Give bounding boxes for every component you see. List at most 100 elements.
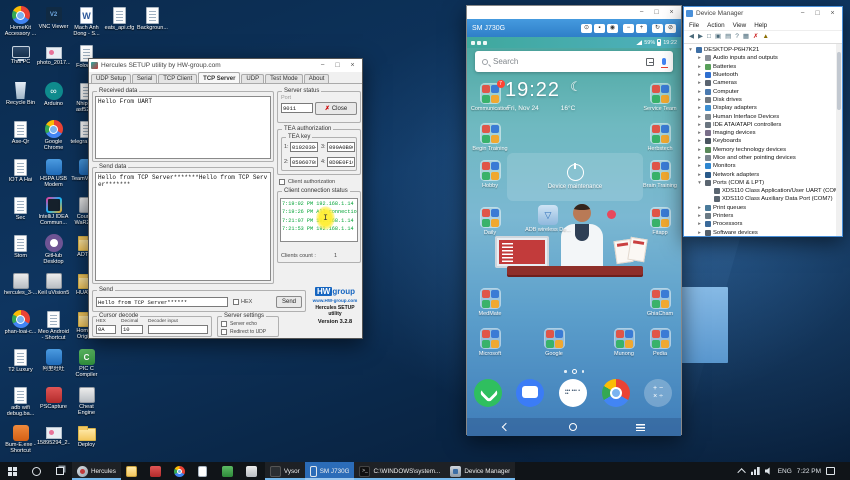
app-folder[interactable]: Begin Training (468, 123, 512, 152)
calculator-app-icon[interactable] (644, 379, 672, 407)
server-echo-checkbox[interactable] (221, 321, 227, 327)
app-folder[interactable]: 7 Communication (468, 83, 512, 112)
redirect-udp-checkbox[interactable] (221, 329, 227, 335)
decode-decimal-field[interactable] (121, 325, 143, 334)
hercules-tab[interactable]: Test Mode (265, 74, 303, 83)
microphone-icon[interactable] (662, 58, 666, 65)
taskbar-app-button[interactable]: SM J730G (305, 462, 355, 480)
expand-arrow-icon[interactable]: ▸ (696, 114, 703, 120)
back-icon[interactable]: ◀ (689, 34, 694, 41)
send-hex-checkbox[interactable] (233, 299, 239, 305)
expand-arrow-icon[interactable]: ▸ (696, 97, 703, 103)
device-tree-item[interactable]: ▸ Printers (684, 212, 842, 220)
device-tree-item[interactable]: ▸ Cameras (684, 79, 842, 87)
desktop-icon[interactable]: T2 Luxury (4, 346, 37, 384)
desktop-icon[interactable]: Google Chrome (37, 118, 70, 156)
device-tree-item[interactable]: XDS110 Class Application/User UART (COM6… (684, 187, 842, 195)
desktop-icon[interactable]: This PC (4, 42, 37, 80)
device-tree-item[interactable]: XDS110 Class Auxiliary Data Port (COM7) (684, 195, 842, 203)
device-tree-item[interactable]: ▾ DESKTOP-P6H7K21 (684, 46, 842, 54)
task-view-button[interactable] (48, 462, 72, 480)
desktop-icon[interactable]: Mach Anh Dong - S... (70, 4, 103, 42)
device-tree-item[interactable]: ▸ Memory technology devices (684, 146, 842, 154)
uninstall-icon[interactable]: ✗ (753, 34, 758, 41)
taskbar-app-button[interactable]: Vysor (265, 462, 305, 480)
device-tree-item[interactable]: ▸ IDE ATA/ATAPI controllers (684, 121, 842, 129)
app-folder[interactable]: Herbstech (638, 123, 681, 152)
rotate-icon[interactable]: ↻ (652, 24, 663, 33)
desktop-icon[interactable]: Bum-E.exe - Shortcut (4, 422, 37, 460)
client-authorization-checkbox[interactable] (279, 179, 285, 185)
close-server-button[interactable]: ✗ Close (315, 102, 357, 115)
close-icon[interactable]: × (345, 59, 360, 72)
decoder-input-field[interactable] (148, 325, 208, 334)
desktop-icon[interactable]: photo_2017... (37, 42, 70, 80)
power-off-icon[interactable]: ⊘ (665, 24, 676, 33)
record-icon[interactable]: ▪ (594, 24, 605, 33)
device-manager-titlebar[interactable]: Device Manager − □ × (684, 7, 842, 20)
hercules-tab[interactable]: About (304, 74, 330, 83)
device-tree-item[interactable]: ▸ Monitors (684, 162, 842, 170)
desktop-icon[interactable]: Ase-Qr (4, 118, 37, 156)
warning-icon[interactable]: ▲ (762, 34, 768, 41)
expand-arrow-icon[interactable]: ▸ (696, 105, 703, 111)
send-data-box[interactable]: Hello from TCP Server*******Hello from T… (95, 172, 271, 281)
device-tree-item[interactable]: ▸ Disk drives (684, 96, 842, 104)
device-tree-item[interactable]: ▸ Human Interface Devices (684, 112, 842, 120)
back-icon[interactable] (502, 423, 510, 431)
maximize-icon[interactable]: □ (810, 7, 825, 20)
desktop-icon[interactable]: HomeKit Accessory ... (4, 4, 37, 42)
forward-icon[interactable]: ▶ (698, 34, 703, 41)
expand-arrow-icon[interactable]: ▸ (696, 172, 703, 178)
desktop-icon[interactable]: 15895294_2... (37, 422, 70, 460)
taskbar-app-button[interactable] (169, 462, 193, 480)
expand-arrow-icon[interactable]: ▸ (696, 221, 703, 227)
expand-arrow-icon[interactable]: ▸ (696, 80, 703, 86)
close-icon[interactable]: × (825, 7, 840, 20)
phone-app-icon[interactable] (474, 379, 502, 407)
list-view-icon[interactable]: □ (707, 34, 711, 41)
volume-down-icon[interactable]: − (623, 24, 634, 33)
chrome-app-icon[interactable] (602, 379, 630, 407)
expand-arrow-icon[interactable]: ▸ (696, 130, 703, 136)
minimize-icon[interactable]: − (795, 7, 810, 20)
scrollbar[interactable] (836, 44, 842, 236)
taskbar-clock[interactable]: 7:22 PM (797, 468, 821, 475)
screenshot-icon[interactable]: ◉ (607, 24, 618, 33)
desktop-icon[interactable]: Deploy (70, 422, 103, 460)
device-tree-item[interactable]: ▸ Bluetooth (684, 71, 842, 79)
expand-arrow-icon[interactable]: ▸ (696, 230, 703, 236)
volume-up-icon[interactable]: + (636, 24, 647, 33)
desktop-icon[interactable]: phan-loai-c... (4, 308, 37, 346)
maximize-icon[interactable]: □ (330, 59, 345, 72)
desktop-icon[interactable]: hercules_3-... (4, 270, 37, 308)
taskbar-app-button[interactable]: Device Manager (445, 462, 515, 480)
desktop-icon[interactable]: Cheat Engine (70, 384, 103, 422)
device-tree-item[interactable]: ▾ Ports (COM & LPT) (684, 179, 842, 187)
app-folder[interactable]: Fitapp (638, 207, 681, 236)
received-data-box[interactable]: Hello From UART (95, 96, 271, 159)
app-drawer-icon[interactable] (559, 379, 587, 407)
desktop-icon[interactable]: Recycle Bin (4, 80, 37, 118)
desktop-icon[interactable]: adb wifi debug.ba... (4, 384, 37, 422)
menu-file[interactable]: File (689, 22, 699, 29)
vysor-titlebar[interactable]: − □ × (467, 6, 681, 19)
expand-arrow-icon[interactable]: ▸ (696, 122, 703, 128)
tea-k4-field[interactable] (327, 157, 355, 167)
expand-arrow-icon[interactable]: ▸ (696, 72, 703, 78)
taskbar-app-button[interactable] (145, 462, 169, 480)
desktop-icon[interactable]: GitHub Desktop (37, 232, 70, 270)
maximize-icon[interactable]: □ (649, 6, 664, 19)
menu-help[interactable]: Help (754, 22, 767, 29)
scan-hardware-icon[interactable]: ▦ (743, 34, 749, 41)
device-tree-item[interactable]: ▸ Computer (684, 87, 842, 95)
device-tree-item[interactable]: ▸ Imaging devices (684, 129, 842, 137)
desktop-icon[interactable]: eats_api.cfg (103, 4, 136, 42)
taskbar-app-button[interactable]: C:\WINDOWS\system... (354, 462, 445, 480)
app-folder[interactable]: Pedia (638, 328, 681, 357)
search-bar[interactable]: Search (475, 51, 673, 72)
hercules-titlebar[interactable]: Hercules SETUP utility by HW-group.com −… (89, 59, 362, 72)
app-folder[interactable]: Hobby (468, 160, 512, 189)
tea-k3-field[interactable] (327, 142, 355, 152)
language-indicator[interactable]: ENG (778, 468, 792, 475)
